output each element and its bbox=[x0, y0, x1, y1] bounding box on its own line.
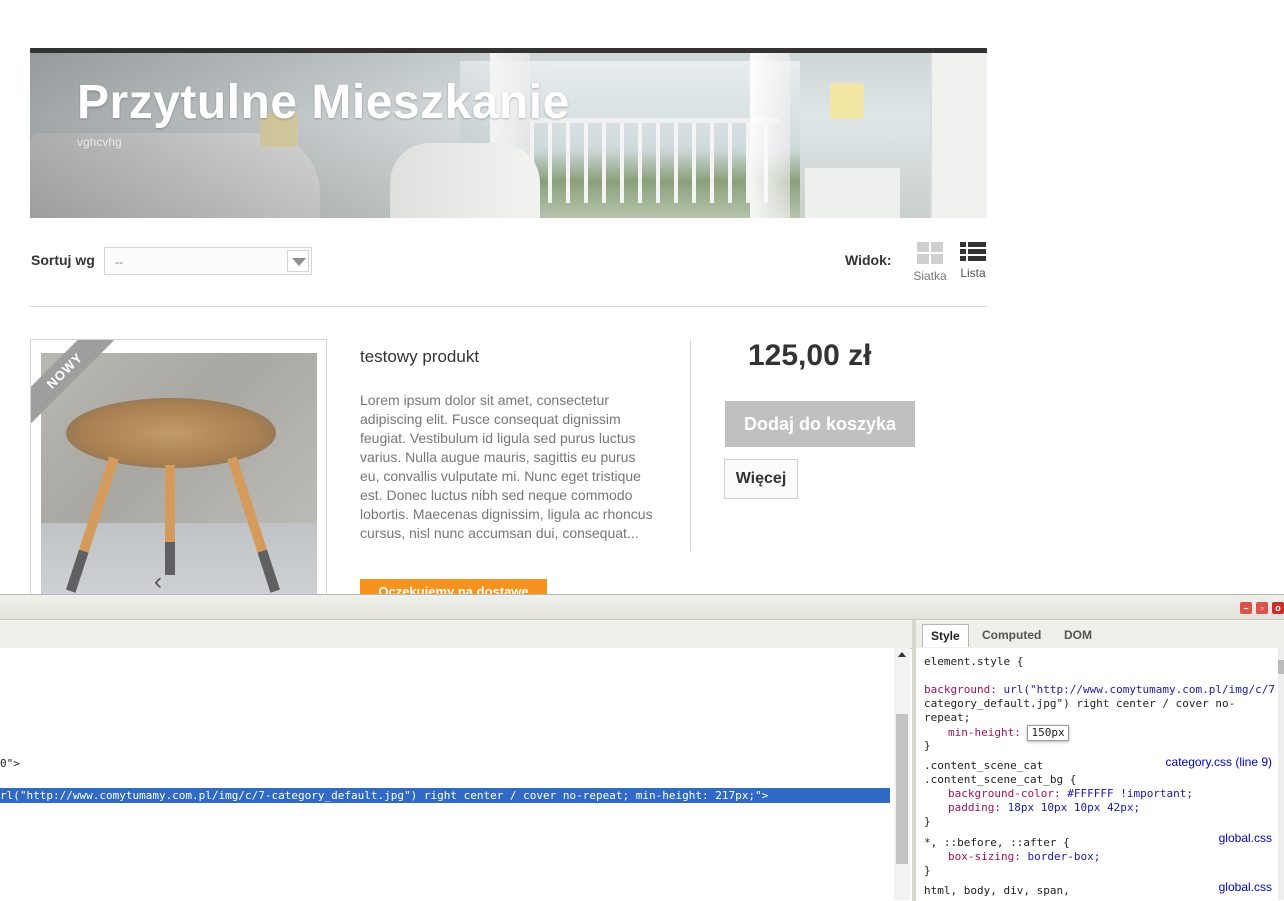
new-badge: NOWY bbox=[31, 340, 119, 426]
product-name[interactable]: testowy produkt bbox=[360, 347, 479, 367]
availability-badge: Oczekujemy na dostawę bbox=[360, 579, 547, 594]
column-divider bbox=[690, 339, 691, 551]
html-pane-scrollbar[interactable] bbox=[894, 648, 910, 900]
tab-computed[interactable]: Computed bbox=[974, 624, 1049, 646]
css-brace: } bbox=[924, 815, 931, 828]
more-button[interactable]: Więcej bbox=[724, 459, 798, 499]
css-selector: .content_scene_cat_bg { bbox=[924, 773, 1077, 786]
css-source-link[interactable]: category.css (line 9) bbox=[1166, 755, 1272, 769]
view-grid-button[interactable]: Siatka bbox=[912, 242, 948, 283]
banner-lamp bbox=[830, 83, 864, 119]
scroll-thumb[interactable] bbox=[1278, 660, 1284, 674]
css-brace: } bbox=[924, 739, 931, 752]
css-brace: } bbox=[924, 864, 931, 877]
banner-curtain bbox=[750, 53, 790, 218]
product-list-item: NOWY ‹ testowy produkt Lorem ipsum dolor… bbox=[30, 339, 987, 594]
html-tree-line-selected[interactable]: rl("http://www.comytumamy.com.pl/img/c/7… bbox=[0, 788, 890, 803]
chevron-down-icon[interactable] bbox=[287, 250, 309, 272]
scroll-thumb[interactable] bbox=[896, 714, 908, 864]
css-declaration[interactable]: box-sizing: border-box; bbox=[948, 850, 1100, 864]
css-selector: element.style { bbox=[924, 655, 1024, 668]
css-declaration[interactable]: background-color: #FFFFFF !important; bbox=[948, 787, 1193, 801]
view-list-button[interactable]: Lista bbox=[956, 242, 990, 280]
css-selector: html, body, div, span, bbox=[924, 884, 1070, 897]
css-value-editor[interactable]: 150px bbox=[1027, 725, 1069, 741]
css-source-link[interactable]: global.css bbox=[1219, 880, 1272, 894]
tab-dom[interactable]: DOM bbox=[1056, 624, 1100, 646]
product-description: Lorem ipsum dolor sit amet, consectetur … bbox=[360, 392, 653, 541]
view-label: Widok: bbox=[845, 252, 892, 268]
list-icon bbox=[960, 242, 986, 261]
css-declaration-cont: repeat; bbox=[924, 711, 971, 724]
add-to-cart-button[interactable]: Dodaj do koszyka bbox=[725, 401, 915, 447]
product-image-link[interactable]: NOWY ‹ bbox=[30, 339, 327, 594]
view-list-label: Lista bbox=[960, 266, 986, 280]
sort-select-value: -- bbox=[115, 255, 123, 269]
web-page: Przytulne Mieszkanie vghcvhg Sortuj wg -… bbox=[0, 0, 1284, 594]
sort-label: Sortuj wg bbox=[31, 252, 95, 268]
css-source-link[interactable]: global.css bbox=[1219, 831, 1272, 845]
css-declaration[interactable]: background: url("http://www.comytumamy.c… bbox=[924, 683, 1275, 697]
category-title: Przytulne Mieszkanie bbox=[77, 76, 570, 129]
css-rules-pane: element.style { background: url("http://… bbox=[916, 648, 1278, 900]
sort-bar: Sortuj wg -- Widok: Siatka Lista bbox=[30, 240, 987, 307]
html-tree-line[interactable]: 0"> bbox=[0, 756, 20, 771]
sort-select[interactable]: -- bbox=[104, 247, 312, 275]
devtools-titlebar: – ▫ o bbox=[0, 595, 1284, 620]
maximize-icon[interactable]: ▫ bbox=[1256, 602, 1268, 614]
css-selector: *, ::before, ::after { bbox=[924, 836, 1070, 849]
css-declaration[interactable]: padding: 18px 10px 10px 42px; bbox=[948, 801, 1140, 815]
banner-balcony-rail bbox=[530, 118, 780, 203]
html-tree-pane: 0"> rl("http://www.comytumamy.com.pl/img… bbox=[0, 648, 894, 900]
grid-icon bbox=[917, 242, 943, 264]
devtools-toolbar: Style Computed DOM bbox=[0, 620, 1284, 649]
css-pane-scrollbar[interactable] bbox=[1278, 648, 1284, 900]
view-grid-label: Siatka bbox=[913, 269, 947, 283]
banner-dresser bbox=[805, 168, 900, 218]
category-banner: Przytulne Mieszkanie vghcvhg bbox=[30, 48, 987, 218]
css-declaration[interactable]: min-height: 150px bbox=[948, 725, 1069, 741]
minimize-icon[interactable]: – bbox=[1240, 602, 1252, 614]
close-icon[interactable]: o bbox=[1272, 602, 1284, 614]
scroll-up-icon[interactable] bbox=[898, 652, 906, 657]
tab-style[interactable]: Style bbox=[922, 624, 969, 647]
chevron-left-icon[interactable]: ‹ bbox=[154, 568, 162, 594]
banner-door bbox=[930, 53, 987, 218]
css-declaration-cont: category_default.jpg") right center / co… bbox=[924, 697, 1236, 710]
product-price: 125,00 zł bbox=[748, 339, 872, 372]
new-ribbon: NOWY bbox=[31, 340, 119, 426]
category-subtitle: vghcvhg bbox=[77, 135, 122, 149]
css-selector: .content_scene_cat bbox=[924, 759, 1044, 772]
